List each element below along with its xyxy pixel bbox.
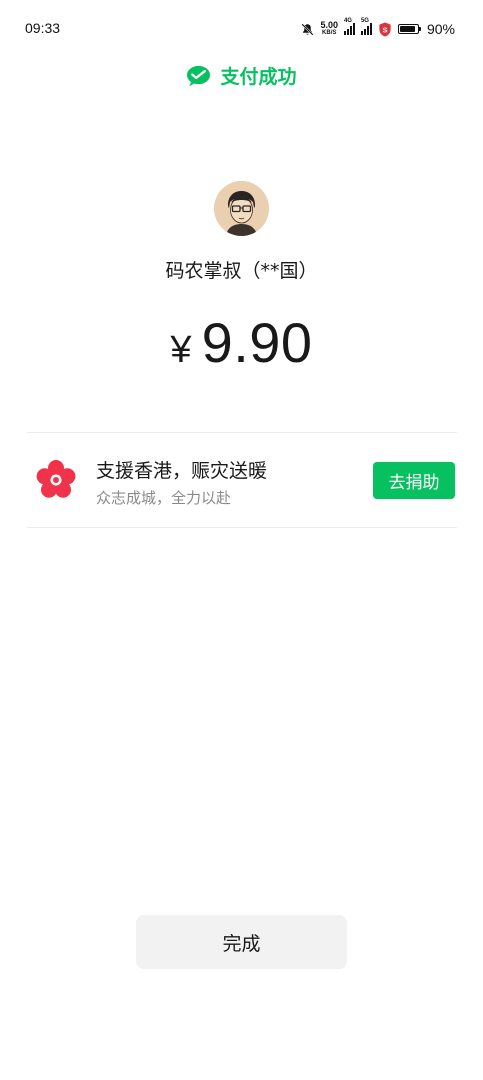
divider bbox=[27, 432, 457, 433]
payee-name: 码农掌叔（**国） bbox=[165, 260, 318, 282]
amount-value: 9.90 bbox=[201, 311, 313, 374]
net-speed-unit: KB/S bbox=[322, 30, 337, 36]
signal-tag: 4G bbox=[343, 18, 352, 24]
page-title: 支付成功 bbox=[220, 66, 297, 88]
net-speed: 5.00 KB/S bbox=[320, 21, 338, 37]
mute-bell-icon bbox=[301, 22, 314, 36]
payment-amount: ¥ 9.90 bbox=[0, 310, 483, 375]
donate-button[interactable]: 去捐助 bbox=[373, 462, 455, 499]
done-button[interactable]: 完成 bbox=[136, 915, 347, 969]
flower-icon bbox=[36, 460, 76, 498]
battery-icon bbox=[397, 24, 421, 34]
status-icons: 5.00 KB/S 4G 5G S 90% bbox=[301, 18, 455, 39]
signal-icon: 4G bbox=[343, 18, 355, 35]
security-shield-icon: S bbox=[379, 21, 391, 37]
signal-icon: 5G bbox=[360, 18, 372, 35]
wechat-pay-icon bbox=[187, 65, 211, 86]
status-bar: 09:33 5.00 KB/S 4G 5G S 90% bbox=[0, 0, 483, 58]
divider bbox=[27, 527, 457, 528]
promo-subtitle: 众志成城，全力以赴 bbox=[96, 489, 232, 507]
avatar[interactable] bbox=[214, 181, 269, 236]
svg-text:S: S bbox=[382, 25, 387, 34]
currency-symbol: ¥ bbox=[170, 329, 192, 371]
promo-title: 支援香港，赈灾送暖 bbox=[96, 460, 268, 482]
page-header: 支付成功 bbox=[0, 62, 483, 89]
net-speed-value: 5.00 bbox=[320, 20, 338, 30]
battery-percent: 90% bbox=[426, 21, 455, 37]
signal-tag: 5G bbox=[360, 18, 369, 24]
status-time: 09:33 bbox=[25, 20, 61, 36]
